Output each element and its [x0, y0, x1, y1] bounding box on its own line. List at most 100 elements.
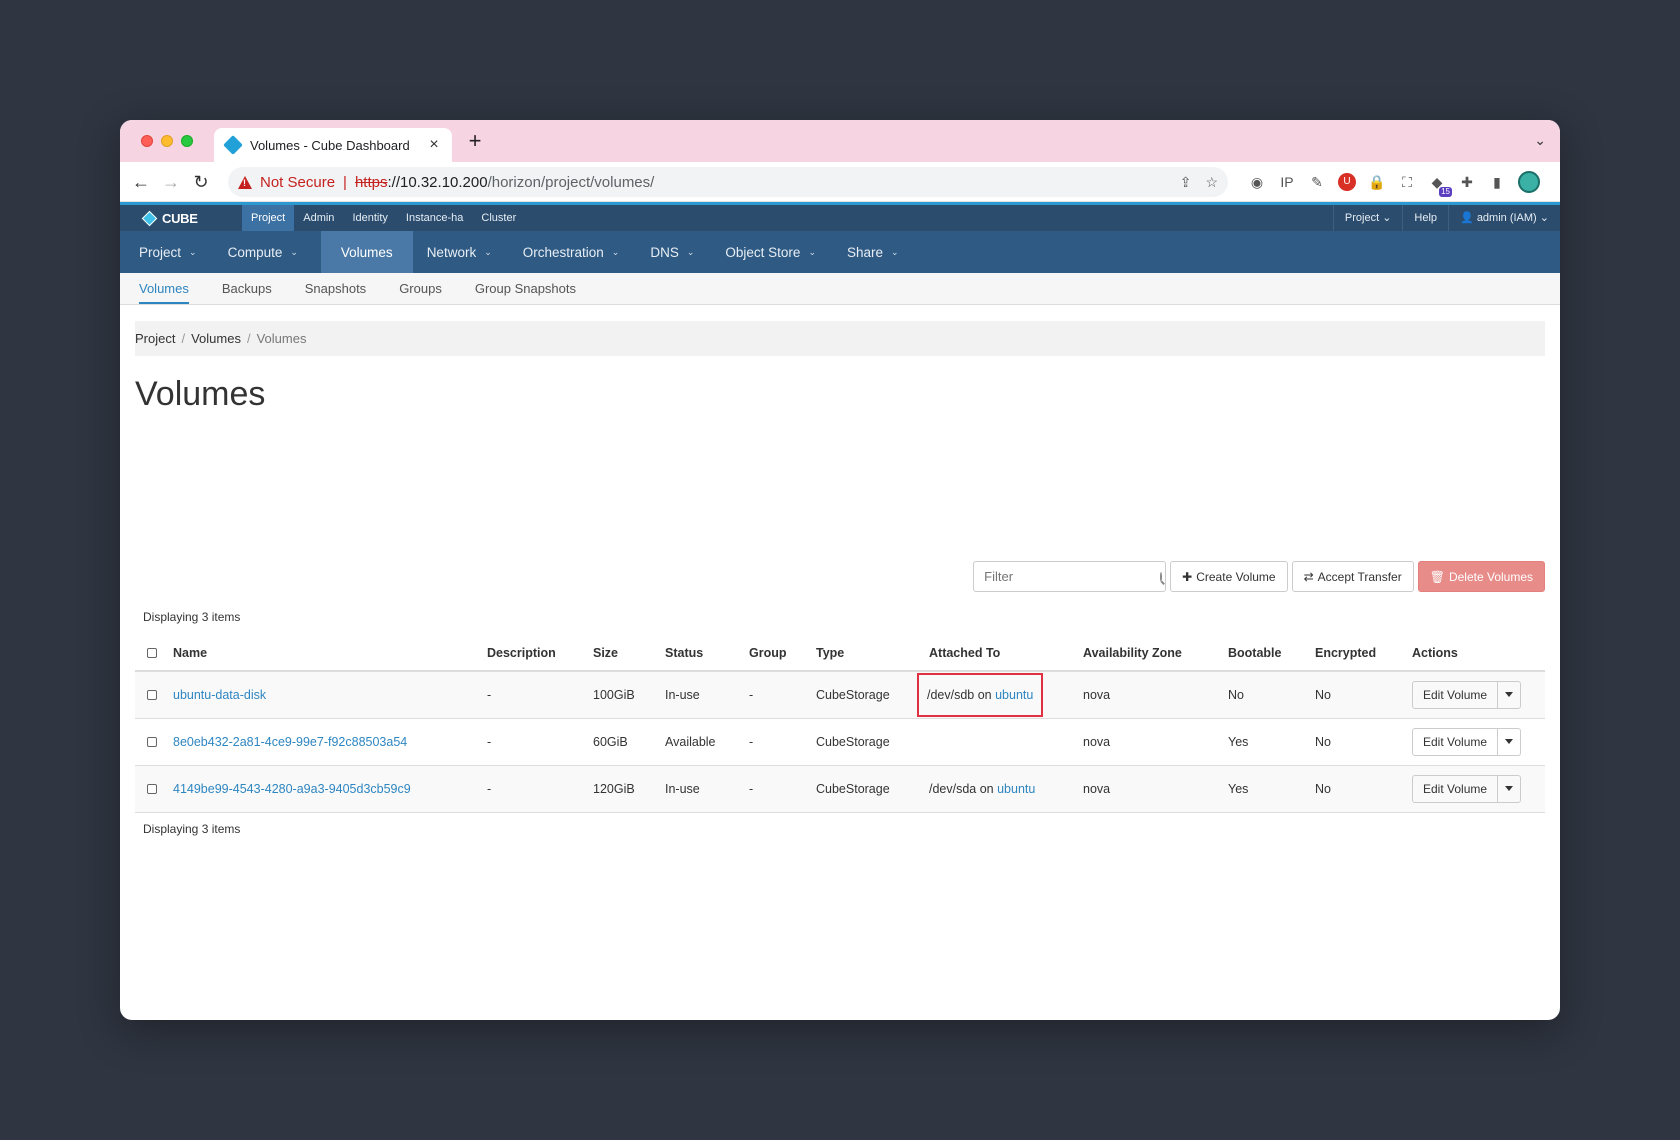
subnav-snapshots[interactable]: Snapshots: [305, 273, 366, 304]
row-checkbox[interactable]: [147, 736, 157, 747]
attached-instance-link[interactable]: ubuntu: [995, 688, 1033, 702]
subnav-volumes[interactable]: Volumes: [139, 273, 189, 304]
subnav-groups[interactable]: Groups: [399, 273, 442, 304]
search-icon[interactable]: [1160, 571, 1163, 582]
row-bootable: No: [1228, 671, 1315, 719]
row-checkbox[interactable]: [147, 689, 157, 700]
brand-logo[interactable]: CUBE: [120, 205, 242, 231]
col-bootable[interactable]: Bootable: [1228, 635, 1315, 672]
share-icon[interactable]: ⇪: [1180, 174, 1192, 191]
screenshot-icon[interactable]: ⛶: [1398, 173, 1416, 191]
col-group[interactable]: Group: [749, 635, 816, 672]
security-label[interactable]: Not Secure: [260, 174, 335, 191]
col-size[interactable]: Size: [593, 635, 665, 672]
extension-bar: ◉ IP ✎ U 🔒 ⛶ ◆15 ✚ ▮ ⋮: [1248, 171, 1560, 197]
breadcrumb-project[interactable]: Project: [135, 331, 175, 346]
project-dropdown[interactable]: Project ⌄: [1332, 205, 1403, 231]
top-tab-project[interactable]: Project: [242, 205, 295, 231]
reload-icon[interactable]: ↻: [190, 171, 212, 193]
delete-volumes-button[interactable]: 🗑 Delete Volumes: [1417, 561, 1545, 592]
close-window-button[interactable]: [141, 135, 153, 147]
minimize-window-button[interactable]: [161, 135, 173, 147]
col-attached-to[interactable]: Attached To: [929, 635, 1083, 672]
row-bootable: Yes: [1228, 718, 1315, 766]
maximize-window-button[interactable]: [181, 135, 193, 147]
top-tab-identity[interactable]: Identity: [343, 205, 396, 231]
back-arrow-icon[interactable]: ←: [130, 171, 152, 193]
tab-close-icon[interactable]: ×: [426, 137, 442, 153]
caret-down-icon[interactable]: [1498, 729, 1520, 755]
top-tab-instance-ha[interactable]: Instance-ha: [397, 205, 472, 231]
nav-object-store[interactable]: Object Store ⌄: [714, 231, 836, 273]
row-zone: nova: [1083, 765, 1228, 813]
forward-arrow-icon[interactable]: →: [160, 171, 182, 193]
address-bar[interactable]: Not Secure | https ://10.32.10.200 /hori…: [228, 167, 1228, 197]
caret-down-icon[interactable]: [1498, 776, 1520, 802]
volume-name-link[interactable]: ubuntu-data-disk: [173, 688, 266, 702]
profile-avatar-icon[interactable]: [1518, 171, 1540, 193]
nav-dns[interactable]: DNS ⌄: [639, 231, 714, 273]
col-availability-zone[interactable]: Availability Zone: [1083, 635, 1228, 672]
kebab-menu-icon[interactable]: ⋮: [1552, 172, 1560, 193]
new-tab-icon[interactable]: +: [464, 130, 486, 152]
graduation-cap-icon[interactable]: ◆ 15: [1428, 173, 1452, 197]
edit-volume-button[interactable]: Edit Volume: [1413, 728, 1499, 755]
col-name[interactable]: Name: [173, 635, 487, 672]
row-attached-cell: [929, 718, 1083, 766]
nav-orchestration-label: Orchestration: [522, 244, 604, 260]
cube-logo-icon: [141, 210, 158, 226]
shield-extension-icon[interactable]: U: [1338, 173, 1356, 191]
row-encrypted: No: [1315, 671, 1412, 719]
lock-icon[interactable]: 🔒: [1368, 173, 1386, 191]
camera-icon[interactable]: ◉: [1248, 173, 1266, 191]
sidebar-icon[interactable]: ▮: [1488, 173, 1506, 191]
nav-volumes[interactable]: Volumes: [320, 231, 413, 273]
edit-volume-button[interactable]: Edit Volume: [1413, 681, 1499, 708]
nav-share[interactable]: Share ⌄: [836, 231, 919, 273]
caret-down-icon[interactable]: [1498, 682, 1520, 708]
nav-compute[interactable]: Compute ⌄: [217, 231, 318, 273]
breadcrumb: Project / Volumes / Volumes: [135, 321, 1545, 356]
chevron-down-icon: ⌄: [484, 246, 492, 257]
top-tab-admin[interactable]: Admin: [294, 205, 343, 231]
accept-transfer-button[interactable]: ⇄ Accept Transfer: [1291, 561, 1414, 592]
create-volume-button[interactable]: ✚ Create Volume: [1170, 561, 1288, 592]
col-status[interactable]: Status: [665, 635, 749, 672]
ip-icon[interactable]: IP: [1278, 173, 1296, 191]
col-description[interactable]: Description: [487, 635, 593, 672]
col-encrypted[interactable]: Encrypted: [1315, 635, 1412, 672]
filter-field[interactable]: [973, 561, 1167, 592]
col-type[interactable]: Type: [816, 635, 929, 672]
top-tab-cluster[interactable]: Cluster: [472, 205, 525, 231]
row-type: CubeStorage: [816, 718, 929, 766]
row-group: -: [749, 765, 816, 813]
edit-volume-split-button: Edit Volume: [1412, 727, 1522, 756]
edit-volume-button[interactable]: Edit Volume: [1413, 775, 1499, 802]
plus-icon: ✚: [1182, 569, 1193, 584]
user-menu[interactable]: 👤 admin (IAM) ⌄: [1448, 205, 1560, 231]
puzzle-icon[interactable]: ✚: [1458, 173, 1476, 191]
cube-favicon-icon: [223, 135, 243, 155]
breadcrumb-volumes[interactable]: Volumes: [191, 331, 241, 346]
subnav-group-snapshots[interactable]: Group Snapshots: [475, 273, 576, 304]
help-link[interactable]: Help: [1402, 205, 1448, 231]
attached-instance-link[interactable]: ubuntu: [997, 782, 1035, 796]
volume-name-link[interactable]: 8e0eb432-2a81-4ce9-99e7-f92c88503a54: [173, 735, 407, 749]
row-checkbox[interactable]: [147, 783, 157, 794]
volume-name-link[interactable]: 4149be99-4543-4280-a9a3-9405d3cb59c9: [173, 782, 411, 796]
nav-project[interactable]: Project ⌄: [128, 231, 217, 273]
row-zone: nova: [1083, 671, 1228, 719]
nav-orchestration[interactable]: Orchestration ⌄: [512, 231, 640, 273]
filter-input[interactable]: [984, 569, 1161, 584]
browser-tab[interactable]: Volumes - Cube Dashboard ×: [214, 128, 452, 162]
subnav-backups[interactable]: Backups: [222, 273, 272, 304]
select-all-checkbox[interactable]: [147, 647, 157, 658]
nav-network[interactable]: Network ⌄: [416, 231, 512, 273]
star-icon[interactable]: ☆: [1205, 174, 1218, 191]
chevron-down-icon[interactable]: ⌄: [1534, 132, 1546, 149]
row-attached-cell: /dev/sda on ubuntu: [929, 765, 1083, 813]
tab-title: Volumes - Cube Dashboard: [250, 137, 410, 153]
browser-window: Volumes - Cube Dashboard × + ⌄ ← → ↻ Not…: [120, 120, 1560, 1020]
tab-strip: Volumes - Cube Dashboard × + ⌄: [120, 120, 1560, 162]
eyedropper-icon[interactable]: ✎: [1308, 173, 1326, 191]
